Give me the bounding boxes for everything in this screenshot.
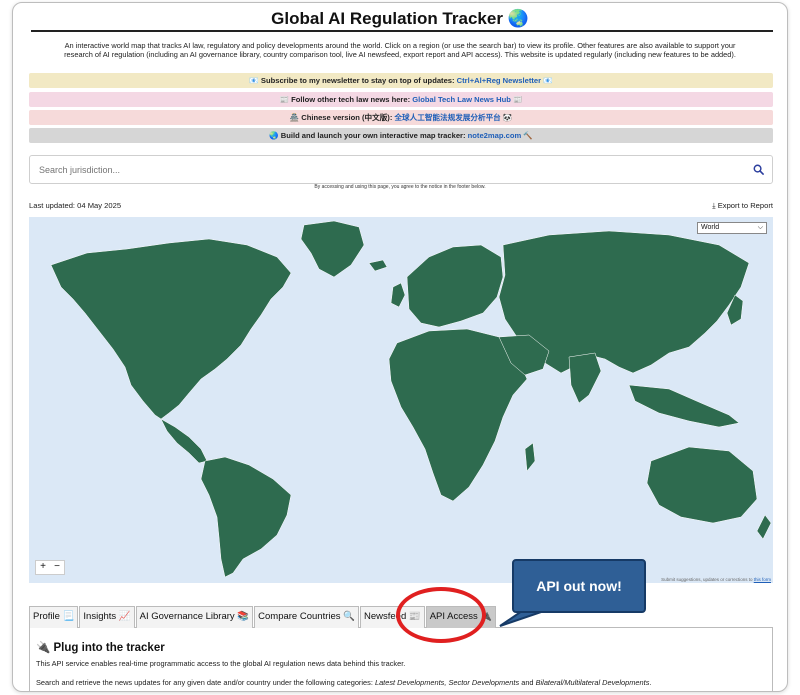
banner-suffix: 🔨 (521, 131, 533, 140)
page-title: Global AI Regulation Tracker 🌏 (271, 9, 529, 28)
api-description: This API service enables real-time progr… (36, 659, 406, 668)
chevron-down-icon: ⌵ (757, 224, 763, 231)
chinese-version-banner: 🏯 Chinese version (中文版): 全球人工智能法规发展分析平台 … (29, 110, 773, 125)
world-map-canvas[interactable] (29, 217, 773, 583)
categories-last: Bilateral/Multilateral Developments (535, 678, 650, 687)
search-icon[interactable] (753, 164, 764, 175)
zoom-in-button[interactable]: + (36, 561, 50, 574)
world-map[interactable]: World ⌵ + − Submit suggestions, updates … (29, 217, 773, 583)
intro-text: An interactive world map that tracks AI … (64, 41, 736, 59)
banner-suffix: 📧 (541, 76, 553, 85)
title-divider (31, 30, 773, 32)
tech-news-banner: 📰 Follow other tech law news here: Globa… (29, 92, 773, 107)
south-america (200, 456, 292, 578)
tab-profile[interactable]: Profile 📃 (29, 606, 79, 628)
categories-intro: Search and retrieve the news updates for… (36, 678, 375, 687)
tech-news-link[interactable]: Global Tech Law News Hub (412, 95, 511, 104)
map-attribution: Submit suggestions, updates or correctio… (661, 577, 771, 582)
tab-compare-countries[interactable]: Compare Countries 🔍 (254, 606, 359, 628)
chinese-version-link[interactable]: 全球人工智能法规发展分析平台 (394, 113, 500, 122)
categories-end: . (649, 678, 652, 687)
export-report-button[interactable]: ⤓ Export to Report (712, 201, 773, 211)
note2map-link[interactable]: note2map.com (468, 131, 522, 140)
banner-text: 📧 Subscribe to my newsletter to stay on … (249, 76, 457, 85)
region-selected: World (701, 224, 720, 231)
note2map-banner: 🌏 Build and launch your own interactive … (29, 128, 773, 143)
search-bar (29, 155, 773, 184)
banner-text: 🏯 Chinese version (中文版): (289, 113, 395, 122)
categories-and: and (519, 678, 536, 687)
search-input[interactable] (30, 156, 698, 183)
region-dropdown[interactable]: World ⌵ (697, 222, 767, 234)
africa (388, 328, 528, 502)
banner-text: 📰 Follow other tech law news here: (279, 95, 413, 104)
central-america (160, 418, 208, 464)
uk (390, 282, 406, 308)
new-zealand (756, 514, 772, 540)
zoom-controls: + − (35, 560, 65, 575)
iceland (368, 259, 388, 272)
panel-heading: 🔌 Plug into the tracker (36, 642, 165, 654)
api-access-panel: 🔌 Plug into the tracker This API service… (29, 628, 773, 691)
india (568, 352, 602, 404)
zoom-out-button[interactable]: − (50, 561, 64, 574)
madagascar (524, 442, 536, 472)
greenland (300, 220, 365, 278)
export-label: Export to Report (717, 201, 773, 210)
southeast-asia (628, 384, 740, 428)
tab-ai-governance-library[interactable]: AI Governance Library 📚 (135, 606, 254, 628)
newsletter-banner: 📧 Subscribe to my newsletter to stay on … (29, 73, 773, 88)
download-icon: ⤓ (712, 201, 716, 210)
north-america (50, 238, 292, 420)
tab-insights[interactable]: Insights 📈 (79, 606, 135, 628)
australia (646, 446, 758, 524)
api-categories: Search and retrieve the news updates for… (36, 678, 651, 687)
banner-text: 🌏 Build and launch your own interactive … (269, 131, 468, 140)
banner-suffix: 🐼 (500, 113, 513, 122)
api-announcement-callout: API out now! (512, 559, 646, 613)
newsletter-link[interactable]: Ctrl+Al+Reg Newsletter (457, 76, 541, 85)
banner-suffix: 📰 (510, 95, 523, 104)
categories-list: Latest Developments, Sector Developments (374, 678, 520, 687)
corrections-form-link[interactable]: this form (754, 577, 771, 582)
usage-notice: By accessing and using this page, you ag… (314, 184, 486, 190)
europe (406, 244, 504, 328)
highlight-ring (396, 587, 486, 643)
last-updated: Last updated: 04 May 2025 (29, 201, 122, 210)
app-window: Global AI Regulation Tracker 🌏 An intera… (12, 2, 788, 692)
attribution-text: Submit suggestions, updates or correctio… (661, 577, 754, 582)
